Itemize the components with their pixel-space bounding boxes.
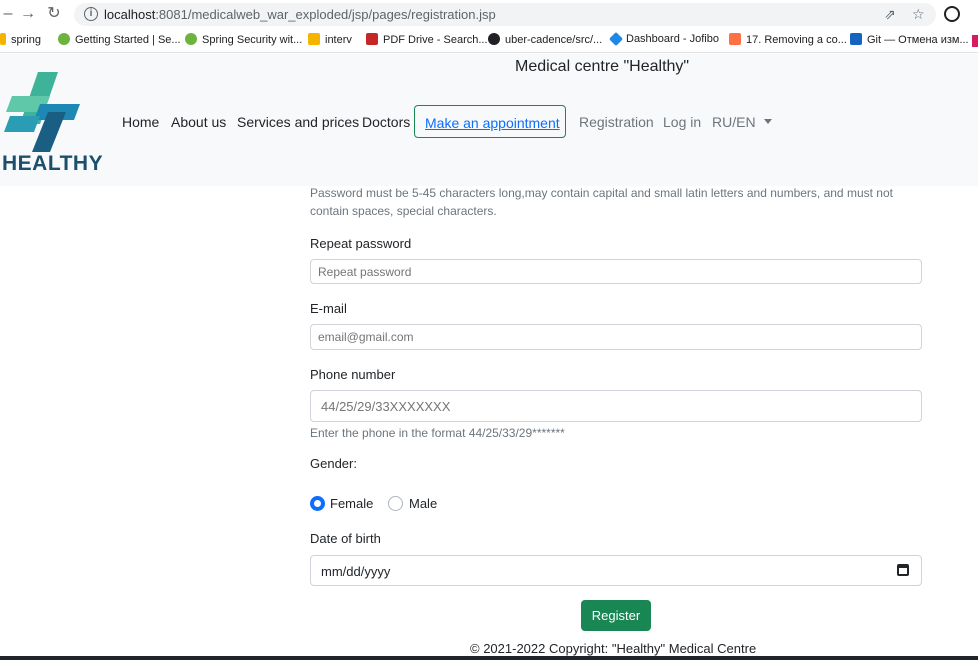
url-path: :8081/medicalweb_war_exploded/jsp/pages/… [155, 7, 496, 22]
browser-toolbar: – → ↻ i localhost:8081/medicalweb_war_ex… [0, 0, 978, 29]
bookmarks-bar: spring Getting Started | Se... Spring Se… [0, 29, 978, 53]
bookmark-label: uber-cadence/src/... [505, 34, 603, 46]
dashboard-icon [608, 31, 624, 47]
site-navbar: HEALTHY Medical centre "Healthy" Home Ab… [0, 54, 978, 186]
bookmark-label: Git — Отмена изм... [867, 34, 969, 46]
reload-icon[interactable]: ↻ [44, 4, 64, 24]
extension-icon[interactable] [944, 6, 960, 22]
phone-help-text: Enter the phone in the format 44/25/33/2… [310, 426, 565, 440]
site-title: Medical centre "Healthy" [515, 58, 690, 75]
phone-label: Phone number [310, 367, 396, 382]
bookmark-item[interactable]: uber-cadence/src/... [488, 33, 602, 46]
bookmark-item[interactable]: interv [308, 33, 352, 46]
bookmark-label: interv [325, 34, 352, 46]
gender-female-label[interactable]: Female [330, 496, 373, 511]
bookmark-item[interactable]: PDF Drive - Search... [366, 33, 488, 46]
pdf-icon [366, 33, 378, 45]
folder-icon [308, 33, 320, 45]
bookmark-label: PDF Drive - Search... [383, 34, 488, 46]
nav-doctors-link[interactable]: Doctors [362, 114, 410, 130]
bookmark-item[interactable]: Spring Security wit... [185, 33, 302, 46]
repeat-password-label: Repeat password [310, 236, 412, 251]
url-text: localhost:8081/medicalweb_war_exploded/j… [104, 7, 496, 22]
bookmark-item[interactable]: 17. Removing a co... [729, 33, 847, 46]
nav-services-link[interactable]: Services and prices [237, 114, 359, 130]
url-host: localhost [104, 7, 156, 22]
language-label: RU/EN [712, 114, 756, 130]
phone-input[interactable] [310, 390, 922, 422]
bookmark-item[interactable]: Git — Отмена изм... [850, 33, 969, 46]
nav-home-link[interactable]: Home [122, 114, 159, 130]
spring-icon [58, 33, 70, 45]
bookmark-label: 17. Removing a co... [746, 34, 847, 46]
gender-female-radio[interactable] [310, 496, 325, 511]
bookmark-label: spring [11, 34, 41, 46]
folder-icon [0, 33, 6, 45]
github-icon [488, 33, 500, 45]
bookmark-label: Spring Security wit... [202, 34, 303, 46]
gender-label: Gender: [310, 456, 357, 471]
hand-icon [729, 33, 741, 45]
repeat-password-input[interactable] [310, 259, 922, 284]
logo-text: HEALTHY [2, 152, 104, 175]
language-dropdown[interactable]: RU/EN [712, 114, 772, 130]
bookmark-item[interactable]: Getting Started | Se... [58, 33, 181, 46]
site-info-icon[interactable]: i [84, 7, 98, 21]
password-help-text: Password must be 5-45 characters long,ma… [310, 186, 893, 218]
email-label: E-mail [310, 301, 347, 316]
triangle-icon [850, 33, 862, 45]
bookmark-overflow-icon[interactable] [972, 35, 978, 47]
footer-copyright: © 2021-2022 Copyright: "Healthy" Medical… [470, 641, 757, 656]
calendar-icon[interactable] [897, 564, 909, 576]
bottom-divider [0, 656, 978, 660]
caret-down-icon [763, 119, 772, 124]
address-bar[interactable]: i localhost:8081/medicalweb_war_exploded… [74, 3, 936, 26]
back-icon[interactable]: – [0, 4, 18, 24]
gender-male-label[interactable]: Male [409, 496, 437, 511]
dob-placeholder: mm/dd/yyyy [321, 564, 391, 579]
make-appointment-button[interactable]: Make an appointment [414, 105, 566, 138]
bookmark-star-icon[interactable]: ☆ [912, 6, 925, 23]
dob-label: Date of birth [310, 531, 381, 546]
bookmark-item[interactable]: Dashboard - Jofibo [608, 31, 719, 47]
spring-icon [185, 33, 197, 45]
nav-about-link[interactable]: About us [171, 114, 226, 130]
dob-input[interactable]: mm/dd/yyyy [310, 555, 922, 586]
bookmark-item[interactable]: spring [0, 33, 41, 46]
email-input[interactable] [310, 324, 922, 350]
nav-registration-link[interactable]: Registration [579, 114, 654, 130]
register-button[interactable]: Register [581, 600, 651, 631]
bookmark-label: Dashboard - Jofibo [626, 33, 719, 45]
gender-male-radio[interactable] [388, 496, 403, 511]
bookmark-label: Getting Started | Se... [75, 34, 181, 46]
forward-icon[interactable]: → [18, 4, 38, 24]
share-icon[interactable]: ⇗ [884, 6, 896, 23]
make-appointment-label: Make an appointment [425, 115, 560, 131]
nav-login-link[interactable]: Log in [663, 114, 701, 130]
